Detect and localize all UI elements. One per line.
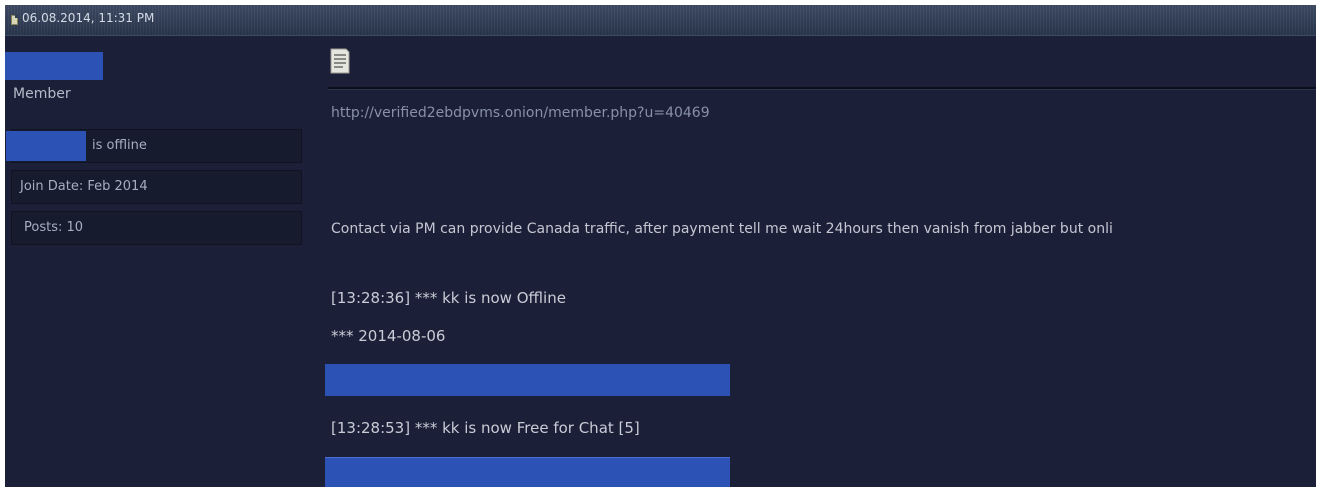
redacted-line — [325, 457, 730, 487]
user-title: Member — [13, 86, 71, 102]
user-info-panel: Member is offline Join Date: Feb 2014 Po… — [5, 36, 307, 487]
title-divider — [328, 87, 1316, 90]
status-username-redacted — [6, 131, 86, 161]
online-status-text: is offline — [92, 138, 147, 153]
post-count-text: Posts: 10 — [24, 220, 84, 235]
member-link[interactable]: http://verified2ebdpvms.onion/member.php… — [331, 105, 710, 121]
forum-post: 06.08.2014, 11:31 PM Member is offline J… — [5, 5, 1316, 487]
message-contact-text: Contact via PM can provide Canada traffi… — [331, 221, 1113, 237]
join-date-text: Join Date: Feb 2014 — [20, 179, 148, 194]
online-status-row: is offline — [6, 129, 302, 163]
post-status-icon — [11, 15, 18, 25]
message-body: http://verified2ebdpvms.onion/member.php… — [315, 36, 1316, 487]
username-redacted — [5, 52, 103, 80]
post-date: 06.08.2014, 11:31 PM — [22, 11, 155, 25]
post-header: 06.08.2014, 11:31 PM — [5, 5, 1316, 36]
post-count-row: Posts: 10 — [11, 211, 302, 245]
chat-log-free: [13:28:53] *** kk is now Free for Chat [… — [331, 419, 640, 437]
join-date-row: Join Date: Feb 2014 — [11, 170, 302, 204]
chat-log-offline: [13:28:36] *** kk is now Offline — [331, 289, 566, 307]
chat-log-date: *** 2014-08-06 — [331, 327, 446, 345]
redacted-line — [325, 364, 730, 396]
document-icon — [330, 48, 350, 74]
